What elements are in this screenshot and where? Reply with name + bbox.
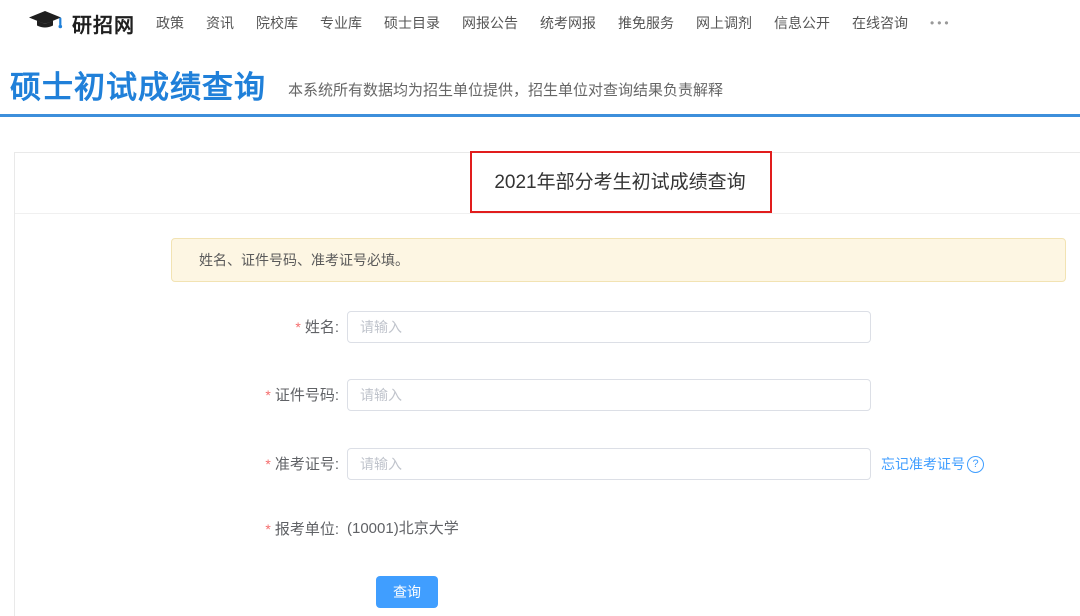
name-input[interactable]: [347, 311, 871, 343]
form-row-name: *姓名:: [15, 311, 1080, 343]
required-marker: *: [265, 387, 270, 403]
nav-item-info-disclosure[interactable]: 信息公开: [763, 13, 841, 33]
required-marker: *: [265, 521, 270, 537]
query-card: 2021年部分考生初试成绩查询 姓名、证件号码、准考证号必填。 *姓名: *证件…: [14, 152, 1080, 616]
nav-item-exemption-service[interactable]: 推免服务: [607, 13, 685, 33]
nav-item-major-library[interactable]: 专业库: [309, 13, 373, 33]
question-mark-icon[interactable]: ?: [967, 456, 984, 473]
site-logo[interactable]: 研招网: [28, 9, 135, 38]
nav-item-unified-exam-report[interactable]: 统考网报: [529, 13, 607, 33]
nav-item-news[interactable]: 资讯: [195, 13, 245, 33]
admission-ticket-label: *准考证号:: [15, 448, 339, 481]
query-button[interactable]: 查询: [376, 576, 438, 608]
institution-label: *报考单位:: [15, 513, 339, 546]
logo-text: 研招网: [72, 9, 135, 38]
page-subtitle: 本系统所有数据均为招生单位提供，招生单位对查询结果负责解释: [288, 79, 723, 100]
nav-more-icon[interactable]: •••: [919, 16, 963, 30]
card-header: 2021年部分考生初试成绩查询: [15, 153, 1080, 214]
institution-value: (10001)北京大学: [347, 513, 459, 545]
id-number-label: *证件号码:: [15, 379, 339, 412]
admission-ticket-input[interactable]: [347, 448, 871, 480]
nav-menu: 政策 资讯 院校库 专业库 硕士目录 网报公告 统考网报 推免服务 网上调剂 信…: [145, 13, 963, 33]
required-marker: *: [295, 319, 300, 335]
page-title: 硕士初试成绩查询: [10, 62, 266, 107]
nav-item-college-library[interactable]: 院校库: [245, 13, 309, 33]
form-row-institution: *报考单位: (10001)北京大学: [15, 513, 1080, 545]
page: 研招网 政策 资讯 院校库 专业库 硕士目录 网报公告 统考网报 推免服务 网上…: [0, 0, 1080, 616]
form-row-admission-ticket: *准考证号: 忘记准考证号?: [15, 448, 1080, 480]
nav-item-online-adjustment[interactable]: 网上调剂: [685, 13, 763, 33]
name-label: *姓名:: [15, 311, 339, 344]
forgot-ticket-link[interactable]: 忘记准考证号?: [881, 448, 984, 480]
notice-text: 姓名、证件号码、准考证号必填。: [172, 239, 1065, 281]
nav-item-master-catalog[interactable]: 硕士目录: [373, 13, 451, 33]
form-title: 2021年部分考生初试成绩查询: [15, 153, 1080, 213]
nav-item-policy[interactable]: 政策: [145, 13, 195, 33]
page-header: 硕士初试成绩查询 本系统所有数据均为招生单位提供，招生单位对查询结果负责解释: [0, 46, 1080, 114]
id-number-input[interactable]: [347, 379, 871, 411]
top-navigation: 研招网 政策 资讯 院校库 专业库 硕士目录 网报公告 统考网报 推免服务 网上…: [0, 0, 1080, 47]
graduation-cap-icon: [28, 10, 64, 37]
form-row-id-number: *证件号码:: [15, 379, 1080, 411]
required-marker: *: [265, 456, 270, 472]
nav-item-online-consult[interactable]: 在线咨询: [841, 13, 919, 33]
blue-divider: [0, 114, 1080, 117]
nav-item-online-report-notice[interactable]: 网报公告: [451, 13, 529, 33]
required-fields-notice: 姓名、证件号码、准考证号必填。: [171, 238, 1066, 282]
